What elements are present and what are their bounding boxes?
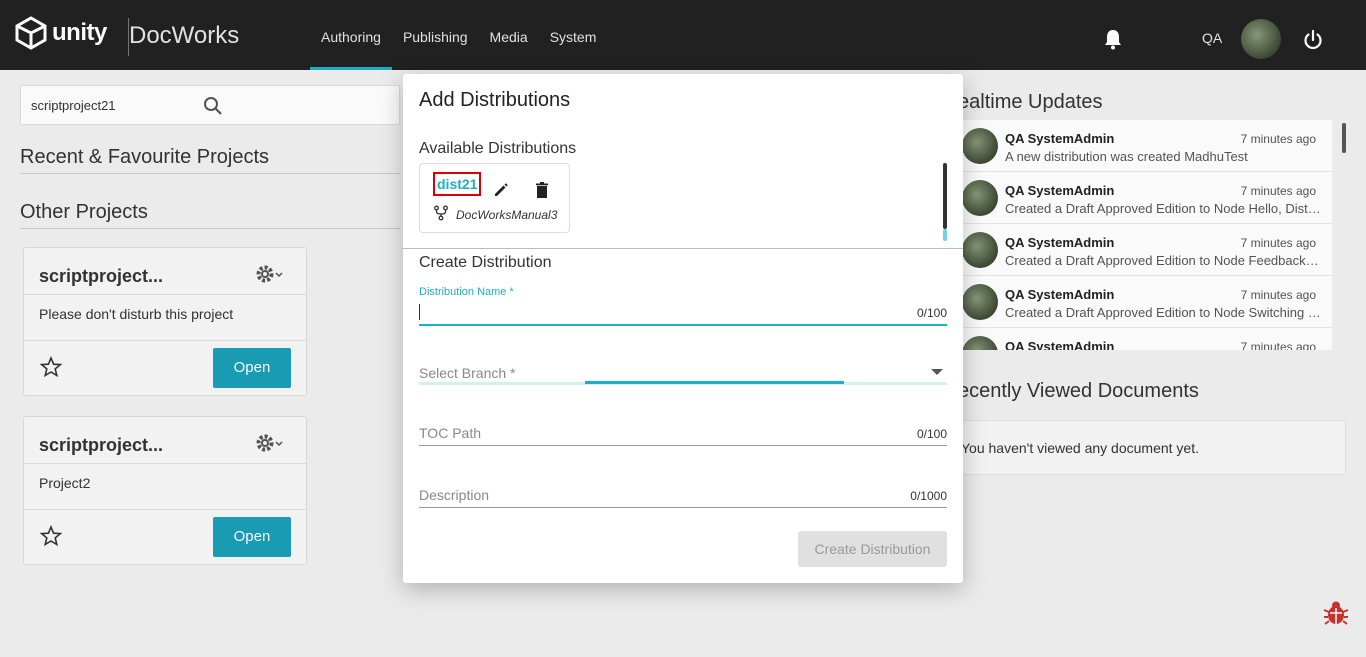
text-caret [419, 304, 420, 320]
distribution-name-link[interactable]: dist21 [433, 172, 482, 196]
toc-path-input[interactable]: TOC Path [419, 425, 481, 441]
dialog-title: Add Distributions [419, 89, 571, 111]
delete-trash-icon[interactable] [534, 181, 550, 199]
toc-path-underline [419, 445, 947, 446]
description-underline [419, 507, 947, 508]
name-counter: 0/100 [916, 306, 947, 320]
distributions-scrollbar[interactable] [943, 163, 947, 229]
dropdown-arrow-icon[interactable] [931, 369, 943, 375]
add-distributions-dialog: Add Distributions Available Distribution… [403, 74, 963, 583]
distribution-name-label: Distribution Name * [419, 286, 514, 298]
scrollbar-track [943, 229, 947, 241]
toc-counter: 0/100 [916, 427, 947, 441]
description-input[interactable]: Description [419, 487, 489, 503]
description-counter: 0/1000 [910, 489, 947, 503]
create-distribution-button[interactable]: Create Distribution [798, 531, 947, 567]
select-branch-dropdown[interactable]: Select Branch * [419, 365, 516, 381]
dialog-divider [403, 248, 963, 249]
create-distribution-title: Create Distribution [419, 254, 552, 271]
branch-loading-bar [585, 381, 844, 384]
distribution-name-input[interactable] [419, 324, 947, 326]
branch-name: DocWorksManual3 [456, 208, 558, 222]
branch-icon [434, 205, 448, 221]
available-distributions-label: Available Distributions [419, 140, 577, 157]
distribution-card: dist21 DocWorksManual3 [419, 163, 570, 233]
edit-pencil-icon[interactable] [492, 181, 510, 199]
